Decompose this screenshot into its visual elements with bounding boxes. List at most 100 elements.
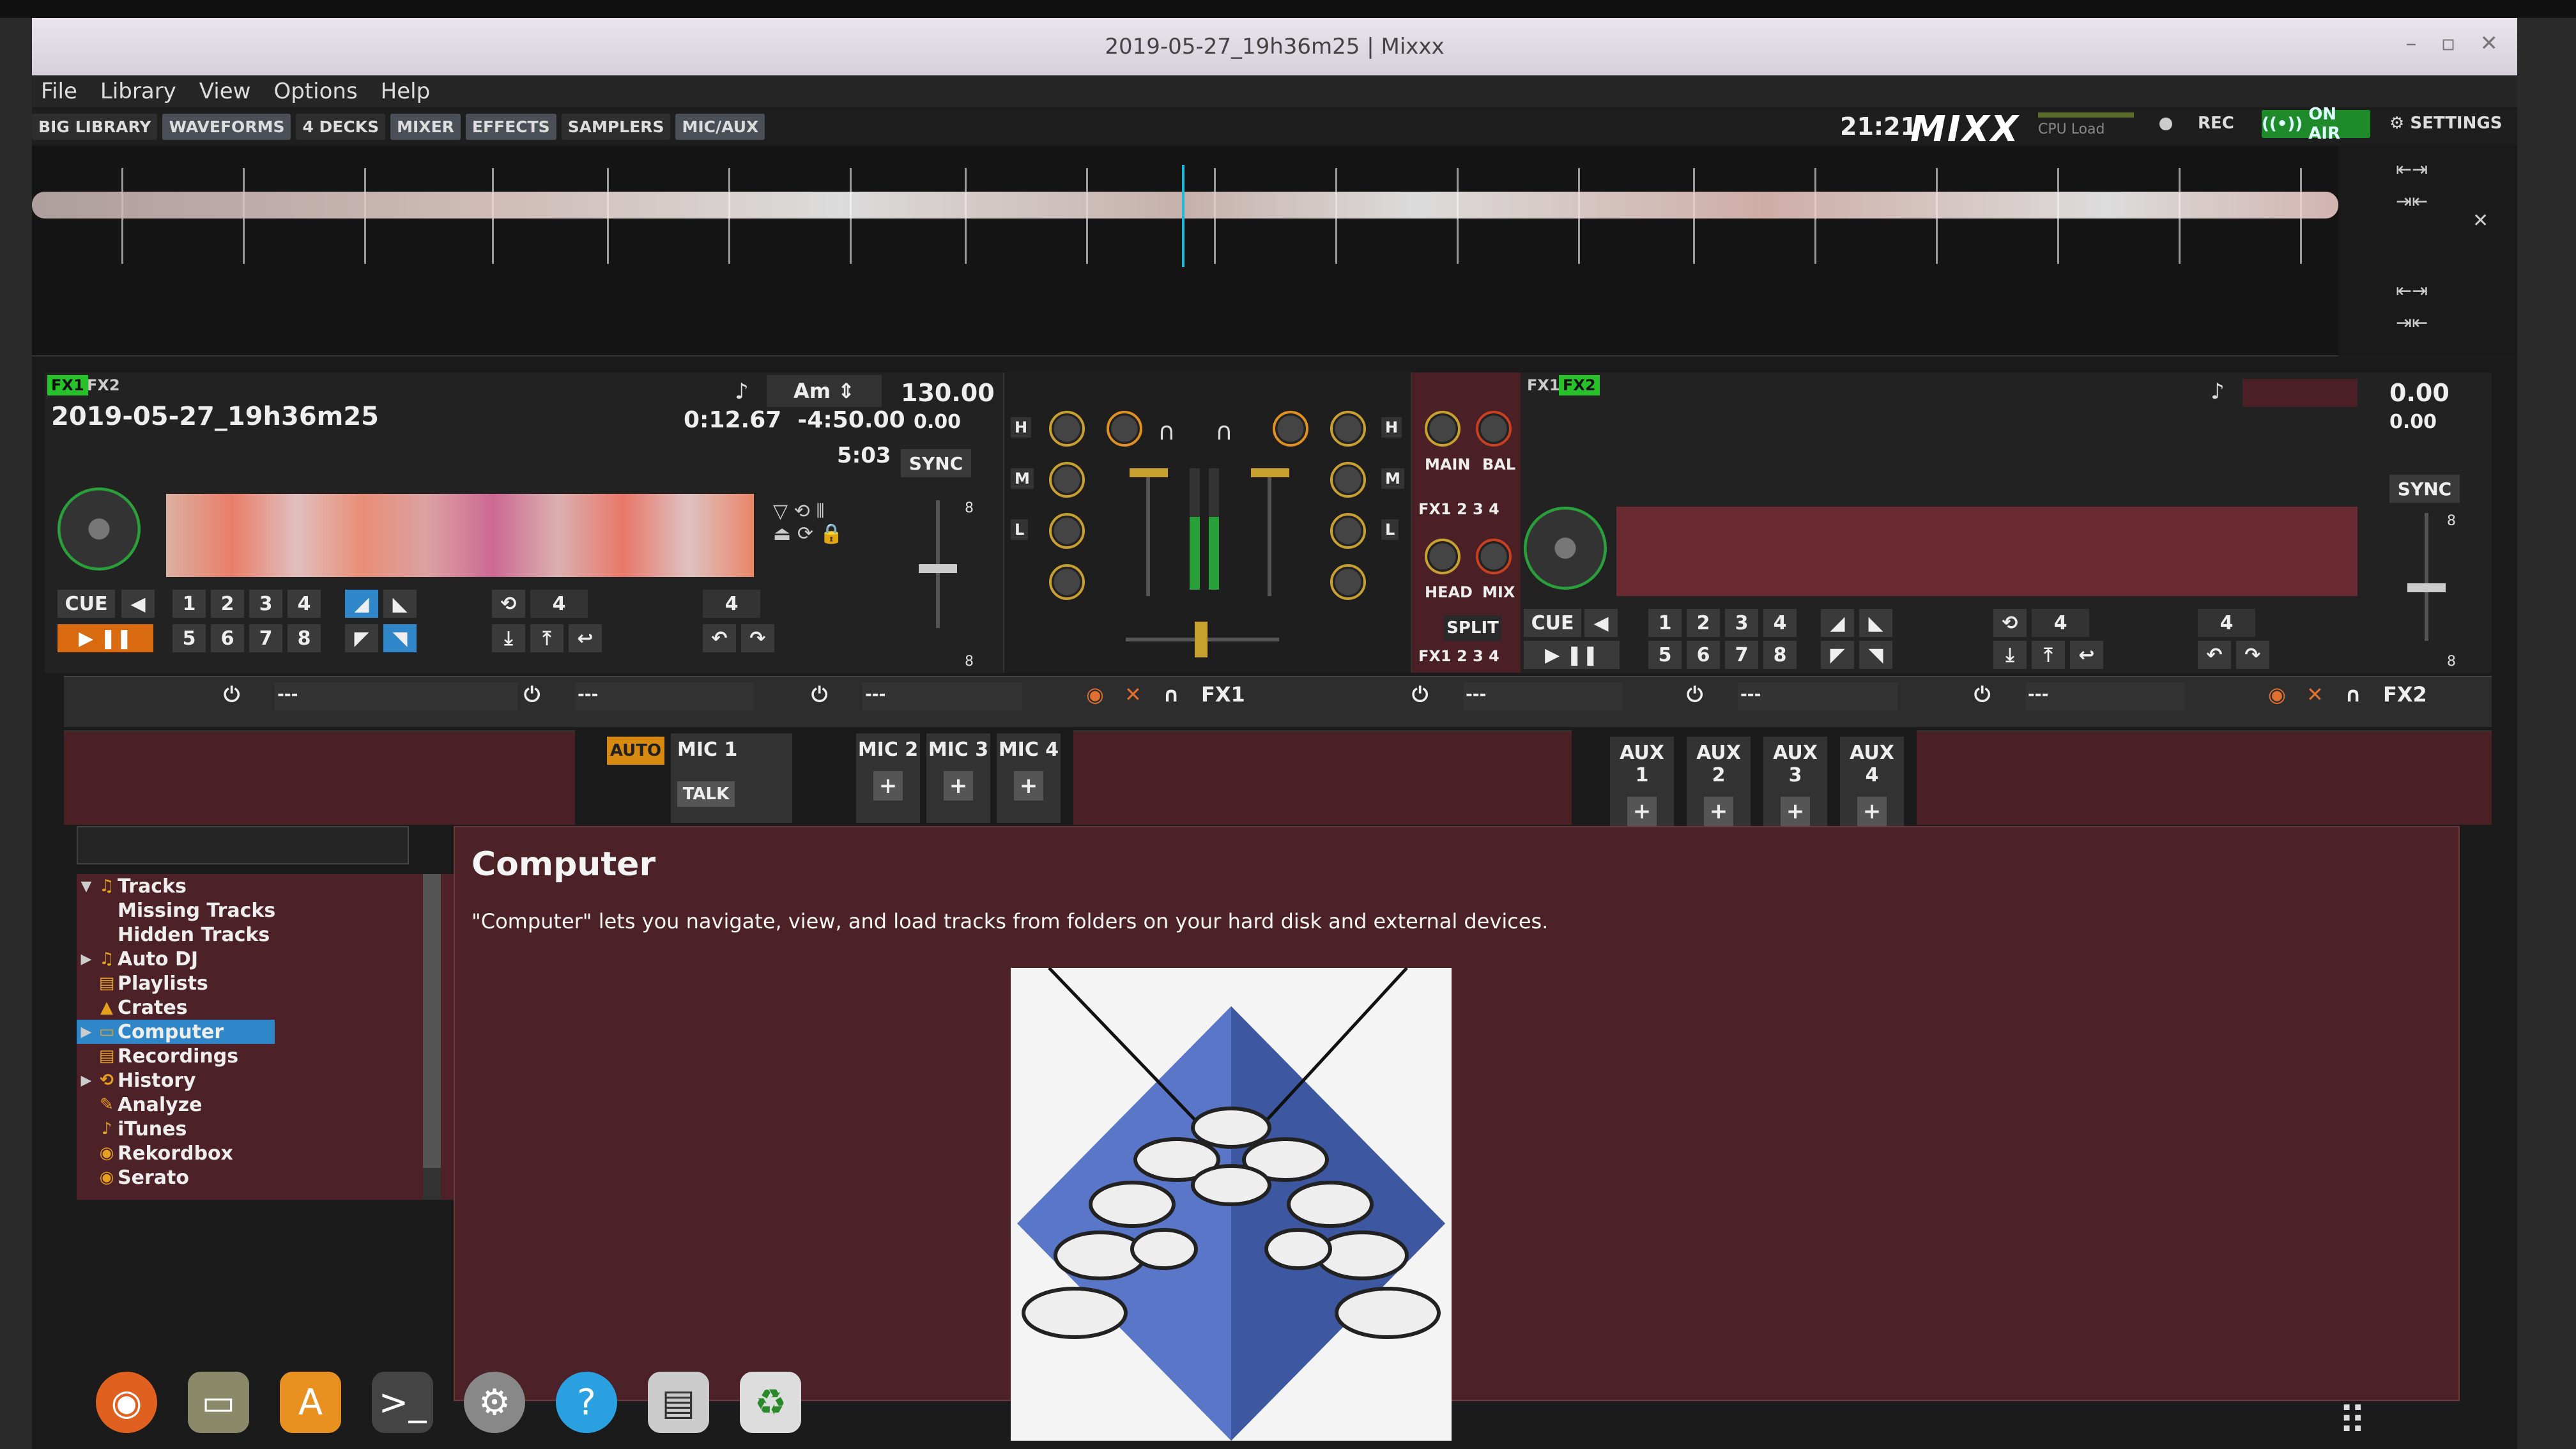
main-gain-knob[interactable] [1425, 411, 1460, 447]
main-fx4[interactable]: 4 [1489, 500, 1499, 518]
tree-item-missing-tracks[interactable]: Missing Tracks [118, 898, 275, 923]
head-fx1[interactable]: FX1 [1418, 647, 1452, 665]
deck2-hotcue-5[interactable]: 5 [1648, 641, 1682, 669]
split-button[interactable]: SPLIT [1444, 615, 1501, 641]
deck2-outro-end-icon[interactable]: ◥ [1859, 641, 1892, 669]
expand-right-icon[interactable]: ▶ [77, 951, 96, 967]
sidebar-scrollbar-thumb[interactable] [423, 874, 441, 1168]
fx1-headphone-icon[interactable]: ∩ [1163, 682, 1179, 707]
deck1-lock-icon[interactable]: 🔒 [820, 523, 843, 545]
tree-item-serato[interactable]: ◉ Serato [77, 1165, 189, 1190]
mic2-add-icon[interactable]: + [873, 771, 903, 801]
auto-button[interactable]: AUTO [607, 737, 664, 765]
fx1-super-icon[interactable]: ✕ [1124, 682, 1142, 707]
expand-down-icon[interactable]: ▼ [77, 878, 96, 894]
deck1-intro-start-icon[interactable]: ◢ [345, 590, 378, 618]
head-fx-assign[interactable]: FX1 2 3 4 [1418, 647, 1499, 665]
deck1-eq-low-knob[interactable] [1049, 513, 1085, 549]
head-fx2[interactable]: 2 [1457, 647, 1468, 665]
main-fx1[interactable]: FX1 [1418, 500, 1452, 518]
settings-button[interactable]: ⚙ SETTINGS [2389, 114, 2502, 133]
deck1-beatjump-fwd-icon[interactable]: ↷ [741, 624, 774, 652]
mixer-button[interactable]: MIXER [390, 113, 461, 140]
deck1-beatjump-back-icon[interactable]: ↶ [703, 624, 736, 652]
deck1-hotcue-1[interactable]: 1 [172, 590, 206, 618]
tree-item-computer[interactable]: ▶ ▭ Computer [77, 1020, 275, 1044]
fx2-mix-knob[interactable]: ◉ [2268, 682, 2286, 707]
deck1-cue-button[interactable]: CUE [57, 590, 115, 618]
zoom-out-icon[interactable]: ⇥⇤ [2396, 190, 2428, 213]
fx1-unit-label[interactable]: FX1 [1201, 682, 1245, 707]
deck2-hotcue-7[interactable]: 7 [1725, 641, 1758, 669]
deck2-headphone-icon[interactable]: ∩ [1215, 417, 1233, 445]
fx2-slot1-power-icon[interactable]: ⏻ [1412, 682, 1428, 707]
deck1-quantize-icon[interactable]: ⦀ [816, 500, 824, 523]
deck1-play-button[interactable]: ▶ ❚❚ [57, 624, 153, 652]
aux3-add-icon[interactable]: + [1781, 797, 1810, 826]
deck2-beatjump-fwd-icon[interactable]: ↷ [2236, 641, 2269, 669]
deck2-rewind-icon[interactable]: ◀ [1584, 609, 1618, 637]
deck2-outro-start-icon[interactable]: ◤ [1821, 641, 1854, 669]
deck2-hotcue-8[interactable]: 8 [1763, 641, 1797, 669]
deck1-bpm[interactable]: 130.00 [901, 379, 995, 407]
tree-item-analyze[interactable]: ✎ Analyze [77, 1092, 202, 1117]
samplers-button[interactable]: SAMPLERS [561, 113, 671, 140]
maximize-icon[interactable]: ▫ [2441, 31, 2455, 56]
effects-button[interactable]: EFFECTS [465, 113, 556, 140]
four-decks-button[interactable]: 4 DECKS [296, 113, 386, 140]
fx1-mix-knob[interactable]: ◉ [1086, 682, 1104, 707]
deck2-fx2-toggle[interactable]: FX2 [1559, 375, 1600, 395]
crossfader-handle[interactable] [1195, 622, 1208, 657]
deck2-bpm[interactable]: 0.00 [2389, 379, 2450, 407]
mic4-add-icon[interactable]: + [1014, 771, 1043, 801]
zoom-in-icon[interactable]: ⇤⇥ [2396, 158, 2428, 181]
head-fx3[interactable]: 3 [1473, 647, 1483, 665]
deck2-reloop-icon[interactable]: ↩ [2070, 641, 2103, 669]
deck2-quickeffect-knob[interactable] [1330, 564, 1366, 600]
deck2-volume-fader[interactable] [1268, 468, 1271, 596]
deck1-loop-out-icon[interactable]: ⤒ [530, 624, 564, 652]
files-icon[interactable]: ▭ [188, 1372, 249, 1433]
deck1-hotcue-3[interactable]: 3 [249, 590, 282, 618]
deck1-hotcue-6[interactable]: 6 [211, 624, 244, 652]
deck1-key-selector[interactable]: Am ⇕ [767, 375, 882, 407]
balance-knob[interactable] [1476, 411, 1512, 447]
deck1-spinny[interactable] [57, 487, 141, 571]
menu-options[interactable]: Options [273, 79, 357, 104]
main-fx-assign[interactable]: FX1 2 3 4 [1418, 500, 1499, 518]
fx2-super-icon[interactable]: ✕ [2306, 682, 2324, 707]
deck1-fx1-toggle[interactable]: FX1 [47, 375, 88, 395]
deck1-sync-button[interactable]: SYNC [901, 449, 971, 477]
aux4-add-icon[interactable]: + [1857, 797, 1887, 826]
close-icon[interactable]: ✕ [2480, 31, 2499, 56]
deck2-gain-knob[interactable] [1273, 411, 1308, 447]
deck1-slip-icon[interactable]: ⟳ [797, 523, 813, 545]
tree-item-crates[interactable]: ▲ Crates [77, 995, 188, 1020]
tree-item-rekordbox[interactable]: ◉ Rekordbox [77, 1141, 233, 1165]
deck1-loop-size[interactable]: 4 [530, 590, 588, 618]
deck2-hotcue-4[interactable]: 4 [1763, 609, 1797, 637]
fx1-slot3-power-icon[interactable]: ⏻ [811, 682, 827, 707]
deck2-sync-button[interactable]: SYNC [2389, 475, 2460, 503]
deck2-beatjump-size[interactable]: 4 [2198, 609, 2255, 637]
waveforms-button[interactable]: WAVEFORMS [162, 113, 291, 140]
expand-right-icon[interactable]: ▶ [77, 1073, 96, 1089]
tree-item-tracks[interactable]: ▼ ♫ Tracks [77, 874, 187, 898]
fx1-slot2-power-icon[interactable]: ⏻ [524, 682, 540, 707]
deck1-eq-mid-knob[interactable] [1049, 462, 1085, 498]
tree-item-recordings[interactable]: ▤ Recordings [77, 1044, 238, 1068]
deck2-eq-mid-knob[interactable] [1330, 462, 1366, 498]
mic3-add-icon[interactable]: + [944, 771, 973, 801]
deck2-cue-button[interactable]: CUE [1524, 609, 1581, 637]
deck1-loop-icon[interactable]: ⟲ [492, 590, 525, 618]
mixxx-app-icon[interactable]: ▤ [648, 1372, 709, 1433]
menu-view[interactable]: View [199, 79, 251, 104]
talk-button[interactable]: TALK [677, 781, 735, 807]
menu-help[interactable]: Help [381, 79, 431, 104]
tree-item-hidden-tracks[interactable]: Hidden Tracks [118, 923, 270, 947]
deck1-intro-end-icon[interactable]: ◣ [383, 590, 417, 618]
menu-file[interactable]: File [41, 79, 77, 104]
deck2-intro-end-icon[interactable]: ◣ [1859, 609, 1892, 637]
collapse-icon[interactable]: ✕ [2472, 210, 2488, 232]
deck2-fx1-toggle[interactable]: FX1 [1523, 375, 1564, 395]
